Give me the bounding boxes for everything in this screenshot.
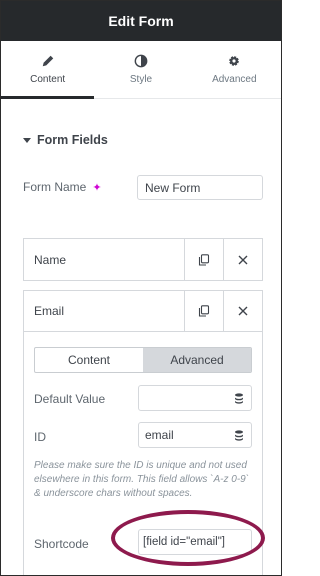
form-name-label: Form Name [23, 180, 87, 194]
tab-style[interactable]: Style [94, 41, 187, 98]
gear-icon [229, 56, 240, 66]
close-icon [238, 306, 248, 316]
ai-sparkle-icon[interactable]: ✦ [92, 181, 101, 194]
field-item-title[interactable]: Email [24, 304, 184, 318]
caret-down-icon [23, 137, 31, 143]
remove-button[interactable] [223, 290, 262, 332]
editor-panel: Edit Form Content Style Advanced Form Fi… [0, 0, 282, 576]
shortcode-label: Shortcode [34, 537, 89, 551]
tab-style-label: Style [129, 74, 153, 85]
duplicate-icon [198, 305, 210, 317]
panel-header: Edit Form [1, 1, 281, 41]
id-help-text: Please make sure the ID is unique and no… [34, 460, 250, 499]
field-item-title[interactable]: Name [24, 253, 184, 267]
field-subtabs: Content Advanced [34, 347, 252, 373]
panel-tabs: Content Style Advanced [1, 41, 281, 99]
subtab-content[interactable]: Content [35, 348, 143, 372]
form-name-input[interactable]: New Form [137, 175, 263, 200]
id-input[interactable]: email [138, 422, 252, 448]
duplicate-button[interactable] [184, 239, 223, 280]
shortcode-field[interactable]: [field id="email"] [138, 529, 252, 555]
section-title: Form Fields [37, 133, 108, 147]
form-name-row: Form Name ✦ New Form [23, 175, 263, 200]
tab-advanced[interactable]: Advanced [188, 41, 281, 98]
field-item-email: Email Content Advanced Default Value ID … [23, 290, 263, 575]
database-icon [235, 429, 243, 441]
dynamic-tags-button[interactable] [227, 386, 251, 410]
section-form-fields[interactable]: Form Fields [23, 133, 108, 147]
tab-content[interactable]: Content [1, 41, 95, 99]
tab-advanced-label: Advanced [212, 74, 257, 85]
pencil-icon [42, 55, 53, 67]
duplicate-icon [198, 253, 210, 266]
duplicate-button[interactable] [184, 290, 223, 332]
default-value-label: Default Value [34, 392, 106, 406]
half-circle-icon [134, 54, 148, 68]
subtab-advanced[interactable]: Advanced [143, 348, 251, 372]
field-item-name: Name [23, 238, 263, 281]
panel-title: Edit Form [108, 13, 174, 29]
id-value[interactable]: email [139, 428, 227, 442]
tab-content-label: Content [30, 74, 66, 85]
database-icon [235, 392, 243, 404]
id-label: ID [34, 430, 46, 444]
close-icon [238, 255, 248, 264]
default-value-input[interactable] [138, 385, 252, 411]
dynamic-tags-button[interactable] [227, 423, 251, 447]
remove-button[interactable] [223, 239, 262, 280]
